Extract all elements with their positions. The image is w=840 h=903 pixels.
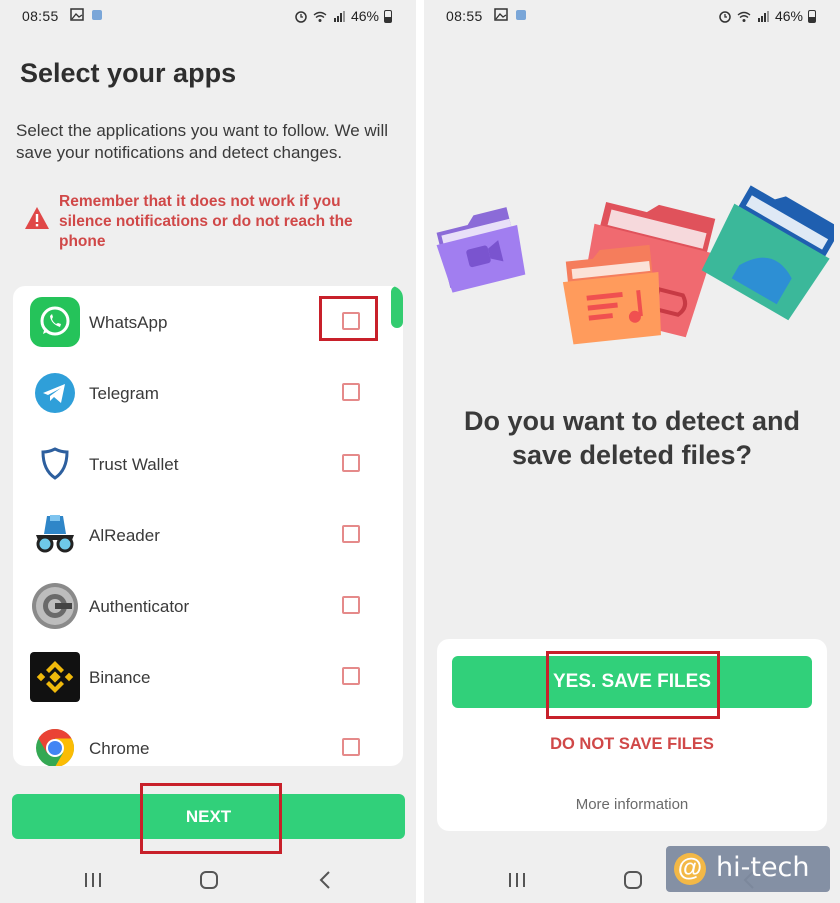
wifi-icon [737, 11, 751, 22]
do-not-save-files-button[interactable]: DO NOT SAVE FILES [437, 735, 827, 754]
app-name: Telegram [89, 384, 159, 403]
recent-apps-icon[interactable] [504, 868, 530, 892]
video-folder-icon [436, 207, 526, 293]
app-notification-icon [92, 10, 102, 20]
deleted-files-screen: 08:55 46% Do you want to detect and save… [424, 0, 840, 903]
wifi-icon [313, 11, 327, 22]
gallery-notification-icon [494, 8, 508, 21]
battery-percent: 46% [350, 8, 379, 24]
question-title: Do you want to detect and save deleted f… [463, 406, 800, 470]
hi-tech-watermark: @ hi-tech [666, 846, 830, 892]
scrollbar-thumb[interactable] [391, 286, 403, 328]
highlight-whatsapp-checkbox [319, 296, 378, 341]
app-list[interactable]: WhatsApp Telegram Trust Wallet AlReader … [13, 286, 403, 766]
trust-wallet-icon [41, 447, 69, 480]
checkbox-binance[interactable] [342, 667, 360, 685]
battery-percent: 46% [774, 8, 803, 24]
app-name: Chrome [89, 739, 150, 758]
app-row-trust-wallet[interactable]: Trust Wallet [13, 428, 391, 499]
watermark-text: hi-tech [716, 852, 810, 883]
status-bar: 08:55 46% [0, 0, 416, 32]
whatsapp-icon [30, 297, 80, 347]
status-time: 08:55 [446, 8, 483, 24]
recent-apps-icon[interactable] [80, 868, 106, 892]
back-icon[interactable] [313, 868, 339, 892]
warning-message: Remember that it does not work if you si… [59, 193, 353, 250]
at-sign-logo-icon: @ [674, 853, 706, 885]
home-icon[interactable] [196, 868, 222, 892]
more-information-link[interactable]: More information [437, 796, 827, 813]
app-name: WhatsApp [89, 313, 168, 332]
app-notification-icon [516, 10, 526, 20]
highlight-next-button [140, 783, 282, 854]
home-icon[interactable] [620, 868, 646, 892]
app-name: Trust Wallet [89, 455, 179, 474]
alarm-icon [719, 10, 731, 23]
checkbox-authenticator[interactable] [342, 596, 360, 614]
highlight-yes-button [546, 651, 720, 719]
app-name: Authenticator [89, 597, 190, 616]
gallery-notification-icon [70, 8, 84, 21]
app-name: Binance [89, 668, 151, 687]
navigation-bar [0, 860, 416, 900]
warning-icon [25, 207, 49, 229]
folders-illustration [436, 185, 834, 345]
checkbox-telegram[interactable] [342, 383, 360, 401]
app-row-alreader[interactable]: AlReader [13, 499, 391, 570]
chrome-icon [36, 728, 75, 766]
signal-icon [757, 10, 769, 22]
page-description: Select the applications you want to foll… [16, 121, 388, 162]
app-row-telegram[interactable]: Telegram [13, 357, 391, 428]
select-apps-screen: 08:55 46% Select your apps Select the ap… [0, 0, 416, 903]
signal-icon [333, 10, 345, 22]
authenticator-icon [32, 583, 78, 629]
telegram-icon [35, 373, 75, 413]
checkbox-chrome[interactable] [342, 738, 360, 756]
status-time: 08:55 [22, 8, 59, 24]
app-row-chrome[interactable]: Chrome [13, 712, 391, 766]
music-folder-icon [562, 244, 661, 345]
app-row-authenticator[interactable]: Authenticator [13, 570, 391, 641]
battery-icon [808, 9, 816, 23]
app-name: AlReader [89, 526, 160, 545]
alarm-icon [295, 10, 307, 23]
alreader-icon [36, 515, 74, 553]
app-row-binance[interactable]: Binance [13, 641, 391, 712]
status-bar: 08:55 46% [424, 0, 840, 32]
binance-icon [30, 652, 80, 702]
checkbox-trust-wallet[interactable] [342, 454, 360, 472]
battery-icon [384, 9, 392, 23]
image-folder-icon [701, 185, 834, 321]
checkbox-alreader[interactable] [342, 525, 360, 543]
page-title: Select your apps [20, 58, 237, 88]
